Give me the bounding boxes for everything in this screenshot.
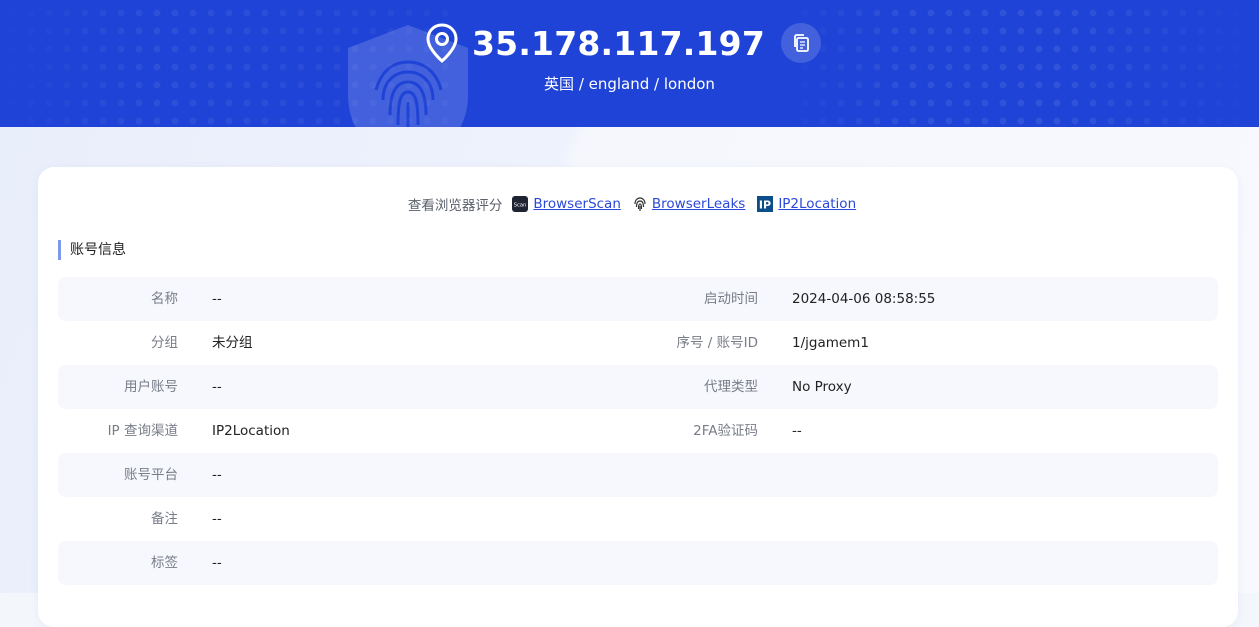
table-row: 用户账号 -- 代理类型 No Proxy: [58, 365, 1218, 409]
table-row: 分组 未分组 序号 / 账号ID 1/jgamem1: [58, 321, 1218, 365]
svg-text:IP: IP: [759, 199, 771, 212]
field-label: 账号平台: [124, 467, 178, 483]
section-title: 账号信息: [58, 240, 126, 260]
field-value: IP2Location: [212, 423, 290, 439]
field-value: --: [212, 379, 222, 395]
table-row: 名称 -- 启动时间 2024-04-06 08:58:55: [58, 277, 1218, 321]
field-value: 未分组: [212, 335, 253, 351]
field-label: 标签: [151, 555, 178, 571]
header-banner: 35.178.117.197 英国 / england / london: [0, 0, 1259, 127]
ip-header: 35.178.117.197: [0, 20, 1259, 66]
field-label: 分组: [151, 335, 178, 351]
copy-ip-button[interactable]: [780, 23, 821, 63]
location-text: 英国 / england / london: [544, 75, 715, 93]
ip2location-icon: IP: [757, 196, 774, 212]
browser-score-links: 查看浏览器评分 Scan BrowserScan BrowserLeaks IP…: [38, 194, 1238, 214]
svg-text:Scan: Scan: [514, 203, 527, 209]
field-value: --: [212, 291, 222, 307]
table-row: 账号平台 --: [58, 453, 1218, 497]
field-value: --: [212, 467, 222, 483]
field-value: --: [212, 511, 222, 527]
field-value: 1/jgamem1: [792, 335, 869, 351]
field-value: --: [792, 423, 802, 439]
field-value: 2024-04-06 08:58:55: [792, 291, 936, 307]
field-label: IP 查询渠道: [107, 423, 178, 439]
ip2location-link[interactable]: IP2Location: [778, 196, 856, 212]
field-label: 备注: [151, 511, 178, 527]
browserscan-link[interactable]: BrowserScan: [533, 196, 621, 212]
fingerprint-icon: [633, 196, 647, 212]
field-value: No Proxy: [792, 379, 852, 395]
field-label: 代理类型: [704, 379, 758, 395]
field-value: --: [212, 555, 222, 571]
account-info-table: 名称 -- 启动时间 2024-04-06 08:58:55 分组 未分组 序号…: [58, 277, 1218, 585]
field-label: 用户账号: [124, 379, 178, 395]
copy-icon: [794, 34, 809, 52]
info-card: 查看浏览器评分 Scan BrowserScan BrowserLeaks IP…: [38, 167, 1238, 627]
ip-address: 35.178.117.197: [472, 23, 765, 63]
table-row: 标签 --: [58, 541, 1218, 585]
browserleaks-link[interactable]: BrowserLeaks: [652, 196, 745, 212]
field-label: 2FA验证码: [693, 423, 758, 439]
field-label: 名称: [151, 291, 178, 307]
table-row: 备注 --: [58, 497, 1218, 541]
links-lead-text: 查看浏览器评分: [407, 198, 503, 214]
field-label: 序号 / 账号ID: [676, 335, 758, 351]
browserscan-icon: Scan: [512, 196, 529, 212]
field-label: 启动时间: [704, 291, 758, 307]
table-row: IP 查询渠道 IP2Location 2FA验证码 --: [58, 409, 1218, 453]
location-pin-icon: [426, 23, 458, 63]
